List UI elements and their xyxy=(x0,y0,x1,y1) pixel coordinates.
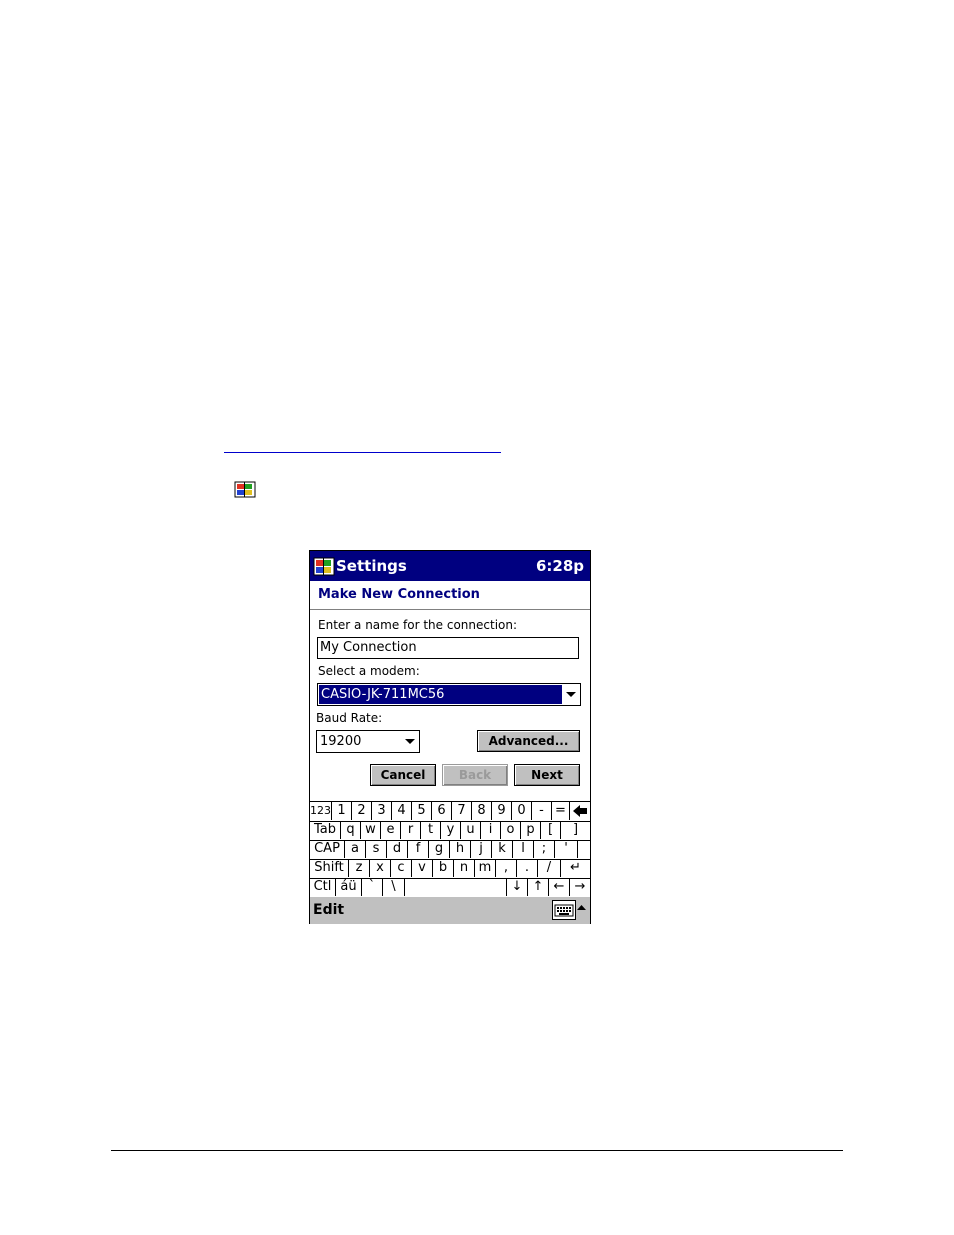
cancel-button[interactable]: Cancel xyxy=(370,764,436,786)
key-9[interactable]: 9 xyxy=(492,802,512,820)
key-f[interactable]: f xyxy=(408,840,429,858)
keyboard-row-5: Ctl áü ` \ ↓ ↑ ← → xyxy=(310,878,590,898)
connection-name-input[interactable]: My Connection xyxy=(317,637,579,659)
key-semicolon[interactable]: ; xyxy=(534,840,555,858)
arrow-right-key[interactable]: → xyxy=(570,878,590,896)
backspace-key[interactable] xyxy=(570,802,590,820)
key-t[interactable]: t xyxy=(421,821,441,839)
name-label: Enter a name for the connection: xyxy=(318,618,518,632)
advanced-button[interactable]: Advanced... xyxy=(477,730,580,752)
menu-bar: Edit xyxy=(310,896,590,924)
back-button[interactable]: Back xyxy=(442,764,508,786)
next-button[interactable]: Next xyxy=(514,764,580,786)
title-bar: Settings 6:28p xyxy=(310,551,590,581)
key-period[interactable]: . xyxy=(517,859,538,877)
window-title: Settings xyxy=(336,557,407,575)
backspace-arrow-icon xyxy=(573,805,587,817)
arrow-up-icon[interactable] xyxy=(576,900,587,920)
key-s[interactable]: s xyxy=(366,840,387,858)
key-6[interactable]: 6 xyxy=(432,802,452,820)
key-equals[interactable]: = xyxy=(552,802,570,820)
key-r[interactable]: r xyxy=(401,821,421,839)
key-z[interactable]: z xyxy=(349,859,370,877)
dropdown-arrow-icon[interactable] xyxy=(566,692,576,697)
key-j[interactable]: j xyxy=(471,840,492,858)
key-w[interactable]: w xyxy=(361,821,381,839)
key-3[interactable]: 3 xyxy=(372,802,392,820)
key-tab[interactable]: Tab xyxy=(310,821,341,839)
key-c[interactable]: c xyxy=(391,859,412,877)
keyboard-row-4: Shift z x c v b n m , . / ↵ xyxy=(310,859,590,879)
key-h[interactable]: h xyxy=(450,840,471,858)
keyboard-icon[interactable] xyxy=(552,900,576,920)
footer-rule xyxy=(111,1150,843,1151)
key-n[interactable]: n xyxy=(454,859,475,877)
windows-flag-icon[interactable] xyxy=(313,556,335,576)
key-g[interactable]: g xyxy=(429,840,450,858)
arrow-left-key[interactable]: ← xyxy=(549,878,570,896)
key-comma[interactable]: , xyxy=(496,859,517,877)
baud-rate-select[interactable]: 19200 xyxy=(316,730,420,753)
key-y[interactable]: y xyxy=(441,821,461,839)
key-5[interactable]: 5 xyxy=(412,802,432,820)
key-minus[interactable]: - xyxy=(532,802,552,820)
key-close-bracket[interactable]: ] xyxy=(561,821,590,839)
modem-selected-value: CASIO-JK-711MC56 xyxy=(319,685,562,704)
key-d[interactable]: d xyxy=(387,840,408,858)
baud-selected-value: 19200 xyxy=(320,734,362,749)
key-l[interactable]: l xyxy=(513,840,534,858)
keyboard-row-3: CAP a s d f g h j k l ; ' xyxy=(310,840,590,860)
arrow-up-key[interactable]: ↑ xyxy=(528,878,549,896)
key-a[interactable]: a xyxy=(345,840,366,858)
pocket-pc-screen: Settings 6:28p Make New Connection Enter… xyxy=(309,550,591,924)
key-i[interactable]: i xyxy=(481,821,501,839)
key-o[interactable]: o xyxy=(501,821,521,839)
key-7[interactable]: 7 xyxy=(452,802,472,820)
key-backtick[interactable]: ` xyxy=(362,878,383,896)
key-international[interactable]: áü xyxy=(336,878,362,896)
enter-key[interactable]: ↵ xyxy=(561,859,590,877)
key-u[interactable]: u xyxy=(461,821,481,839)
key-x[interactable]: x xyxy=(370,859,391,877)
key-m[interactable]: m xyxy=(475,859,496,877)
key-123[interactable]: 123 xyxy=(310,802,332,820)
key-p[interactable]: p xyxy=(521,821,541,839)
keyboard-row-1: 123 1 2 3 4 5 6 7 8 9 0 - = xyxy=(310,802,590,822)
key-shift[interactable]: Shift xyxy=(310,859,349,877)
key-ctl[interactable]: Ctl xyxy=(310,878,336,896)
key-0[interactable]: 0 xyxy=(512,802,532,820)
key-v[interactable]: v xyxy=(412,859,433,877)
key-b[interactable]: b xyxy=(433,859,454,877)
key-caps[interactable]: CAP xyxy=(310,840,345,858)
link-underline[interactable] xyxy=(224,452,501,453)
modem-label: Select a modem: xyxy=(318,664,420,678)
windows-flag-icon xyxy=(234,481,256,498)
key-2[interactable]: 2 xyxy=(352,802,372,820)
keyboard-row-2: Tab q w e r t y u i o p [ ] xyxy=(310,821,590,841)
key-8[interactable]: 8 xyxy=(472,802,492,820)
clock[interactable]: 6:28p xyxy=(536,557,584,575)
key-e[interactable]: e xyxy=(381,821,401,839)
key-k[interactable]: k xyxy=(492,840,513,858)
edit-menu[interactable]: Edit xyxy=(313,902,344,918)
soft-keyboard: 123 1 2 3 4 5 6 7 8 9 0 - = Tab q w e r xyxy=(310,801,590,898)
modem-select[interactable]: CASIO-JK-711MC56 xyxy=(317,683,581,706)
page-header: Make New Connection xyxy=(310,581,590,610)
page-title: Make New Connection xyxy=(318,587,480,602)
dropdown-arrow-icon[interactable] xyxy=(405,739,415,744)
baud-label: Baud Rate: xyxy=(316,711,383,725)
key-1[interactable]: 1 xyxy=(332,802,352,820)
key-backslash[interactable]: \ xyxy=(383,878,405,896)
space-key[interactable] xyxy=(405,878,507,896)
key-q[interactable]: q xyxy=(341,821,361,839)
key-open-bracket[interactable]: [ xyxy=(541,821,561,839)
key-apostrophe[interactable]: ' xyxy=(555,840,578,858)
key-slash[interactable]: / xyxy=(538,859,561,877)
key-4[interactable]: 4 xyxy=(392,802,412,820)
arrow-down-key[interactable]: ↓ xyxy=(507,878,528,896)
